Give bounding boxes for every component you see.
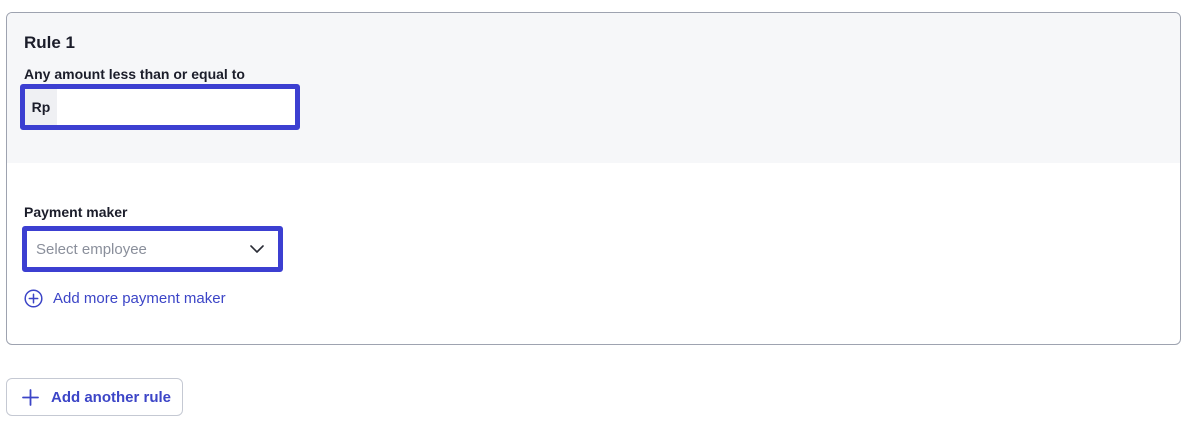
rule-title: Rule 1 bbox=[24, 33, 76, 52]
add-payment-maker-link[interactable]: Add more payment maker bbox=[24, 289, 226, 308]
amount-label: Any amount less than or equal to bbox=[24, 66, 245, 82]
add-another-rule-button[interactable]: Add another rule bbox=[6, 378, 183, 416]
add-another-rule-label: Add another rule bbox=[51, 388, 172, 406]
rule-card: Rule 1 Any amount less than or equal to … bbox=[6, 12, 1181, 345]
chevron-down-icon bbox=[250, 244, 264, 254]
payment-maker-label: Payment maker bbox=[24, 204, 128, 220]
employee-select-placeholder: Select employee bbox=[36, 240, 147, 258]
add-payment-maker-label: Add more payment maker bbox=[53, 290, 226, 307]
currency-prefix: Rp bbox=[25, 89, 57, 125]
amount-input[interactable] bbox=[57, 89, 295, 125]
plus-icon bbox=[22, 388, 39, 406]
plus-circle-icon bbox=[24, 289, 43, 308]
employee-select[interactable]: Select employee bbox=[22, 226, 283, 272]
amount-field[interactable]: Rp bbox=[20, 84, 300, 130]
